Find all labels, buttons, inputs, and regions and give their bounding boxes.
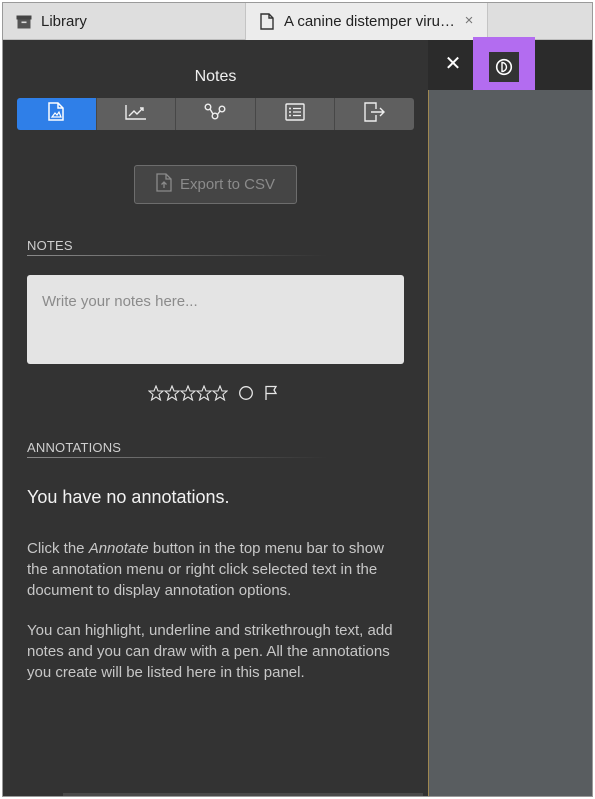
star-icon[interactable] [212,385,228,401]
export-csv-label: Export to CSV [179,176,276,193]
tab-document-label: A canine distemper viru… [284,13,455,30]
chart-view-button[interactable] [96,98,177,130]
help-text-part: Click the [27,540,89,557]
list-icon [285,102,305,126]
tab-document[interactable]: A canine distemper viru… × [246,3,488,40]
no-annotations-message: You have no annotations. [27,487,230,507]
circle-icon[interactable] [238,385,254,401]
document-view[interactable] [428,90,592,796]
file-export-icon [363,101,386,127]
notes-input[interactable] [27,275,404,364]
app-window: Library A canine distemper viru… × Notes [2,2,593,797]
annotate-term: Annotate [88,540,149,557]
contrast-icon [495,58,513,76]
notes-heading: NOTES [27,238,73,253]
notes-panel: Notes Export to CSV NOTES Write your not… [3,40,428,796]
flag-icon[interactable] [263,385,279,401]
export-csv-button[interactable]: Export to CSV [134,165,297,204]
export-view-button[interactable] [335,98,414,130]
star-icon[interactable] [180,385,196,401]
trend-chart-icon [125,104,147,125]
panel-title: Notes [194,68,237,85]
document-image-icon [48,102,65,126]
contrast-toggle-button[interactable] [473,37,535,97]
contrast-button-inner [489,52,519,82]
annotations-heading: ANNOTATIONS [27,440,122,455]
tab-library-label: Library [41,13,87,30]
archive-icon [15,13,33,31]
star-icon[interactable] [148,385,164,401]
document-toolbar: ✕ [428,37,592,97]
horizontal-scrollbar[interactable] [63,793,423,796]
annotations-divider [27,457,327,458]
graph-view-button[interactable] [176,98,256,130]
document-icon [258,13,276,31]
panel-view-toolbar [17,98,414,130]
highlight-help-text: You can highlight, underline and striket… [27,622,393,681]
list-view-button[interactable] [255,98,336,130]
annotate-help-text: Click the Annotate button in the top men… [27,538,407,601]
file-upload-icon [156,173,172,196]
close-icon[interactable]: ✕ [442,52,464,76]
tab-library[interactable]: Library [3,3,246,40]
star-icon[interactable] [196,385,212,401]
notes-divider [27,255,327,256]
star-icon[interactable] [164,385,180,401]
annotations-view-button[interactable] [17,98,97,130]
rating-row [148,383,279,403]
share-nodes-icon [204,103,226,126]
tab-close-icon[interactable]: × [461,13,477,29]
tab-bar: Library A canine distemper viru… × [3,3,592,40]
